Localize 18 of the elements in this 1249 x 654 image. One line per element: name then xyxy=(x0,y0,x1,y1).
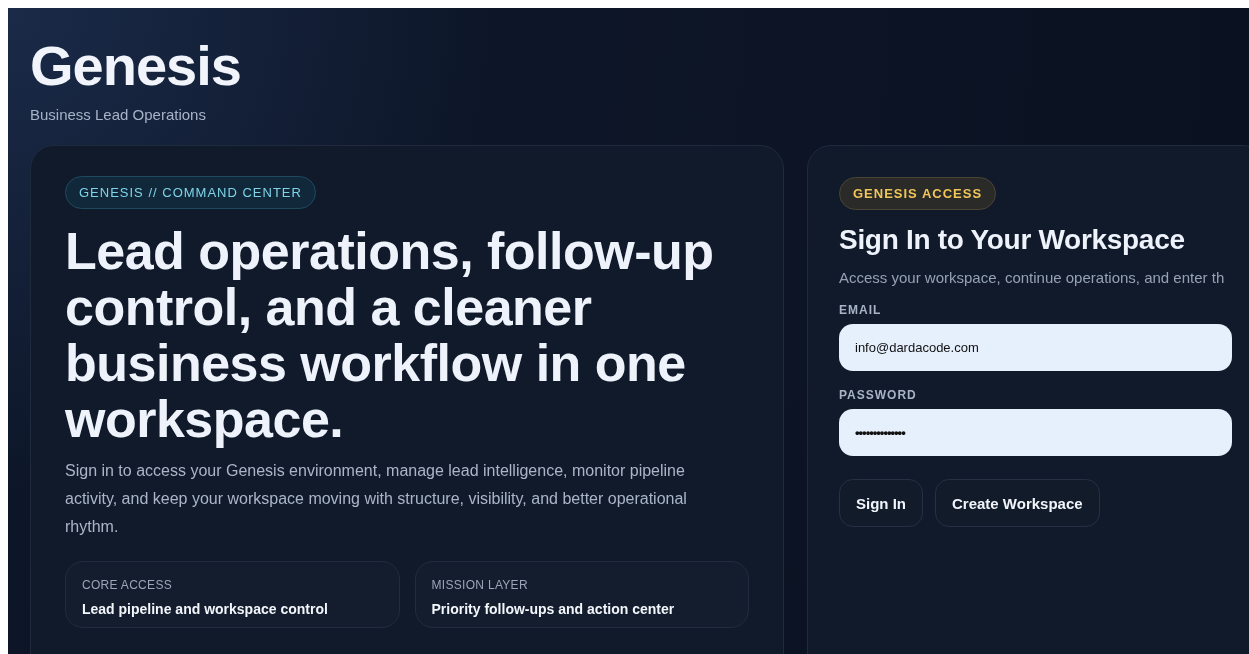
field-label: PASSWORD xyxy=(839,388,918,402)
hero-headline: Lead operations, follow-up control, and a cleaner business workflow in one workspace. xyxy=(65,223,715,447)
email-field[interactable]: info@dardacode.com xyxy=(839,324,1232,371)
feature-label: CORE ACCESS xyxy=(82,578,173,592)
feature-title: Lead pipeline and workspace control xyxy=(82,601,329,617)
password-field[interactable]: •••••••••••••• xyxy=(839,409,1232,456)
access-badge: GENESIS ACCESS xyxy=(839,177,997,210)
sign-in-button[interactable]: Sign In xyxy=(839,479,923,527)
create-workspace-button[interactable]: Create Workspace xyxy=(935,479,1100,527)
app-title: Genesis xyxy=(30,34,242,98)
feature-label: MISSION LAYER xyxy=(431,578,529,592)
sign-in-description: Access your workspace, continue operations, and enter th xyxy=(839,269,1226,286)
feature-title: Priority follow-ups and action center xyxy=(431,601,676,617)
section-badge: GENESIS // COMMAND CENTER xyxy=(65,176,316,209)
field-label: EMAIL xyxy=(839,303,883,317)
app-subtitle: Business Lead Operations xyxy=(30,106,207,123)
sign-in-title: Sign In to Your Workspace xyxy=(839,224,1186,256)
hero-description: Sign in to access your Genesis environment, manage lead intelligence, monitor pipeline activity, and keep your workspace moving with structure, visibility, and better operational rhythm. xyxy=(65,461,688,537)
